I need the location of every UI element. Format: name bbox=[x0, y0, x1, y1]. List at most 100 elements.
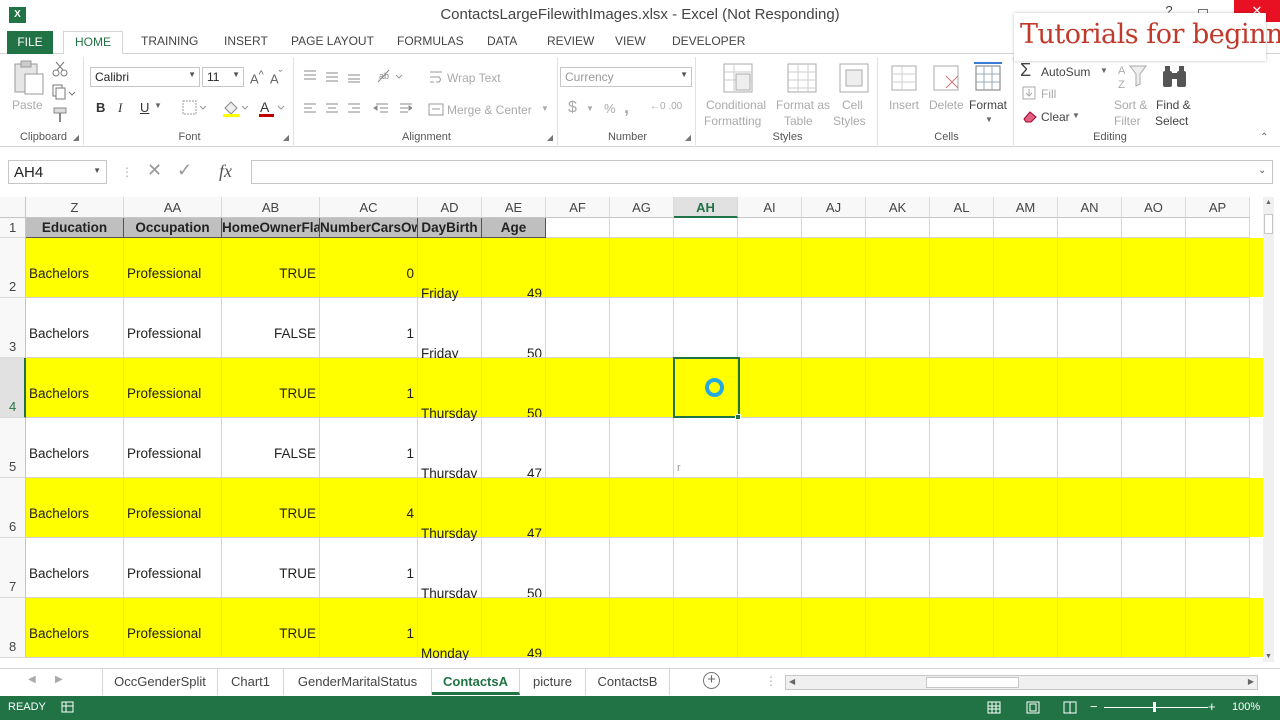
sheet-tab-contactsb[interactable]: ContactsB bbox=[586, 669, 670, 695]
grid-cell[interactable] bbox=[930, 598, 994, 658]
grid-cell[interactable] bbox=[866, 478, 930, 538]
grid-cell[interactable] bbox=[1186, 538, 1250, 598]
conditional-formatting-icon[interactable] bbox=[722, 62, 756, 96]
underline-button[interactable]: U bbox=[140, 100, 149, 115]
zoom-level[interactable]: 100% bbox=[1232, 701, 1260, 713]
sheet-tab-chart1[interactable]: Chart1 bbox=[218, 669, 284, 695]
cell-owner[interactable]: FALSE bbox=[222, 298, 320, 358]
format-cells-icon[interactable] bbox=[972, 60, 1004, 94]
cell-occupation[interactable]: Professional bbox=[124, 418, 222, 478]
horizontal-scroll-thumb[interactable] bbox=[926, 677, 1019, 688]
grid-cell[interactable] bbox=[738, 478, 802, 538]
normal-view-icon[interactable] bbox=[987, 701, 1001, 714]
conditional-formatting-line1[interactable]: Conditional bbox=[706, 98, 766, 112]
enter-icon[interactable]: ✓ bbox=[177, 160, 192, 181]
grid-cell[interactable] bbox=[546, 358, 610, 418]
grid-cell[interactable] bbox=[930, 358, 994, 418]
grid-cell[interactable] bbox=[674, 298, 738, 358]
cell-age[interactable]: 50 bbox=[482, 538, 546, 598]
cell-styles-line1[interactable]: Cell bbox=[842, 98, 863, 112]
wrap-text-icon[interactable] bbox=[428, 69, 444, 85]
zoom-slider[interactable] bbox=[1104, 707, 1208, 708]
font-launcher-icon[interactable]: ◢ bbox=[283, 133, 289, 142]
font-color-icon[interactable]: A bbox=[258, 99, 286, 117]
drag-handle-icon[interactable]: ⋮ bbox=[121, 165, 133, 179]
grid-cell[interactable] bbox=[866, 418, 930, 478]
merge-center-icon[interactable] bbox=[428, 102, 444, 118]
tab-training[interactable]: TRAINING bbox=[141, 34, 198, 48]
column-header-aa[interactable]: AA bbox=[124, 197, 222, 218]
grid-cell[interactable] bbox=[802, 298, 866, 358]
tab-formulas[interactable]: FORMULAS bbox=[397, 34, 464, 48]
cancel-icon[interactable]: ✕ bbox=[147, 160, 162, 181]
column-header-al[interactable]: AL bbox=[930, 197, 994, 218]
grid-cell[interactable] bbox=[994, 218, 1058, 238]
horizontal-align-icons[interactable] bbox=[302, 102, 412, 116]
grid-cell[interactable] bbox=[1186, 298, 1250, 358]
worksheet-grid[interactable]: Z AA AB AC AD AE AF AG AH AI AJ AK AL AM AN AO AP 1 Educat… bbox=[0, 197, 1263, 660]
format-painter-icon[interactable] bbox=[52, 107, 68, 123]
grid-cell[interactable] bbox=[610, 238, 674, 298]
grid-cell[interactable] bbox=[802, 418, 866, 478]
vertical-scrollbar[interactable]: ▲ ▼ bbox=[1263, 197, 1274, 662]
grid-cell[interactable] bbox=[674, 538, 738, 598]
column-header-ac[interactable]: AC bbox=[320, 197, 418, 218]
grid-cell[interactable] bbox=[546, 478, 610, 538]
merge-center-button[interactable]: Merge & Center bbox=[447, 103, 532, 117]
cell-cars[interactable]: 1 bbox=[320, 538, 418, 598]
cell-age[interactable]: 50 bbox=[482, 358, 546, 418]
sort-filter-line1[interactable]: Sort & bbox=[1114, 98, 1147, 112]
fill-button[interactable]: Fill bbox=[1041, 87, 1056, 101]
page-layout-view-icon[interactable] bbox=[1026, 701, 1040, 714]
select-all-corner[interactable] bbox=[0, 197, 26, 218]
grid-cell[interactable] bbox=[994, 298, 1058, 358]
tab-file[interactable]: FILE bbox=[7, 31, 53, 54]
grid-cell[interactable] bbox=[866, 538, 930, 598]
next-sheet-icon[interactable]: ▶ bbox=[55, 674, 63, 685]
grid-cell[interactable] bbox=[1058, 238, 1122, 298]
column-header-ah[interactable]: AH bbox=[674, 197, 738, 218]
grid-cell[interactable] bbox=[546, 218, 610, 238]
cell-owner[interactable]: TRUE bbox=[222, 358, 320, 418]
grid-cell[interactable] bbox=[802, 238, 866, 298]
grid-cell[interactable] bbox=[930, 238, 994, 298]
grid-cell[interactable] bbox=[610, 218, 674, 238]
grid-cell[interactable] bbox=[994, 418, 1058, 478]
cell-education[interactable]: Bachelors bbox=[26, 298, 124, 358]
cell-education[interactable]: Bachelors bbox=[26, 418, 124, 478]
grid-cell[interactable] bbox=[1122, 418, 1186, 478]
find-select-line1[interactable]: Find & bbox=[1156, 98, 1191, 112]
cell-occupation[interactable]: Professional bbox=[124, 298, 222, 358]
sort-filter-icon[interactable]: AZ bbox=[1116, 62, 1148, 94]
grid-cell[interactable] bbox=[802, 478, 866, 538]
scroll-up-icon[interactable]: ▲ bbox=[1265, 199, 1272, 206]
expand-formula-icon[interactable]: ⌄ bbox=[1258, 165, 1266, 176]
chevron-down-icon[interactable]: ▼ bbox=[1072, 111, 1080, 120]
grid-cell[interactable] bbox=[546, 598, 610, 658]
scroll-right-icon[interactable]: ▶ bbox=[1248, 677, 1254, 686]
grid-cell[interactable] bbox=[866, 238, 930, 298]
grid-cell[interactable] bbox=[994, 358, 1058, 418]
cell-cars[interactable]: 1 bbox=[320, 358, 418, 418]
grid-cell[interactable] bbox=[802, 358, 866, 418]
column-header-ae[interactable]: AE bbox=[482, 197, 546, 218]
format-as-table-icon[interactable] bbox=[786, 62, 820, 96]
vertical-align-icons[interactable] bbox=[302, 69, 368, 83]
grid-cell[interactable] bbox=[1122, 238, 1186, 298]
grid-cell[interactable] bbox=[1058, 478, 1122, 538]
autosum-button[interactable]: AutoSum bbox=[1041, 65, 1090, 79]
grid-cell[interactable] bbox=[930, 218, 994, 238]
cell-occupation[interactable]: Professional bbox=[124, 478, 222, 538]
clipboard-launcher-icon[interactable]: ◢ bbox=[73, 133, 79, 142]
collapse-ribbon-icon[interactable]: ⌃ bbox=[1260, 132, 1268, 143]
zoom-out-icon[interactable]: − bbox=[1090, 699, 1098, 714]
grid-cell[interactable] bbox=[674, 478, 738, 538]
grid-cell[interactable] bbox=[930, 418, 994, 478]
grid-cell[interactable] bbox=[930, 478, 994, 538]
clear-button[interactable]: Clear bbox=[1041, 110, 1070, 124]
grid-cell[interactable] bbox=[1122, 538, 1186, 598]
cell-age[interactable]: 49 bbox=[482, 238, 546, 298]
number-format-select[interactable]: Currency ▼ bbox=[560, 67, 692, 87]
grid-cell[interactable] bbox=[994, 598, 1058, 658]
font-name-select[interactable]: Calibri ▼ bbox=[90, 67, 200, 87]
